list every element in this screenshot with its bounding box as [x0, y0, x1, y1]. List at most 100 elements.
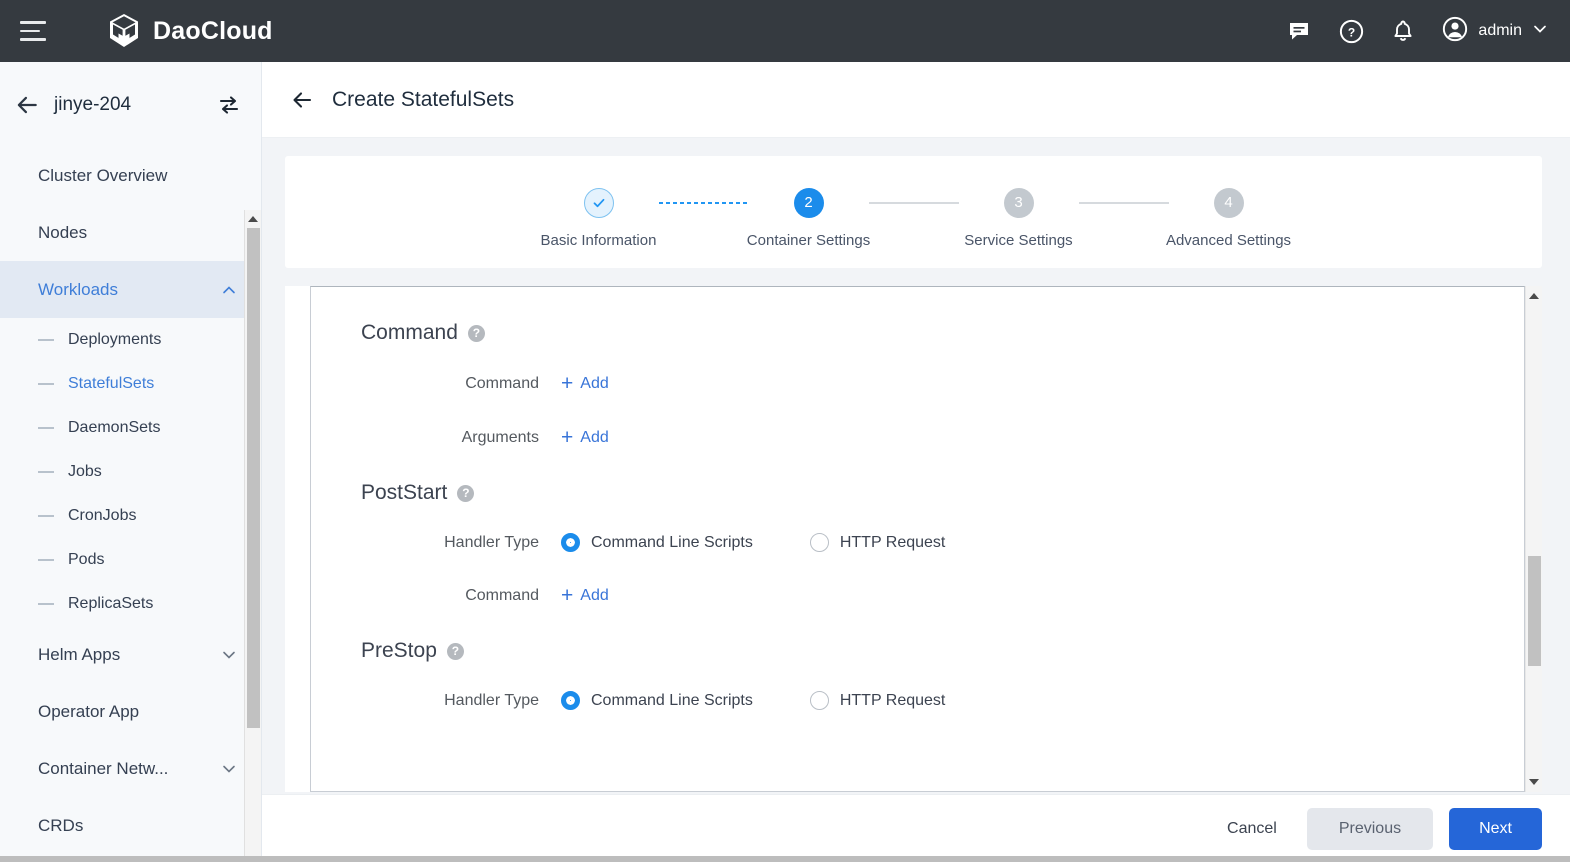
next-button[interactable]: Next [1449, 807, 1542, 850]
sidebar-item-cronjobs[interactable]: CronJobs [0, 494, 261, 538]
cluster-name: jinye-204 [54, 93, 132, 115]
sidebar: jinye-204 Cluster Overview Nodes Workloa… [0, 62, 262, 862]
sidebar-item-pods[interactable]: Pods [0, 538, 261, 582]
radio-poststart-http-request[interactable]: HTTP Request [809, 533, 945, 552]
radio-label: Command Line Scripts [591, 691, 753, 709]
sidebar-item-container-network[interactable]: Container Netw... [0, 740, 261, 797]
sidebar-item-nodes[interactable]: Nodes [0, 204, 261, 261]
sidebar-item-crds[interactable]: CRDs [0, 797, 261, 854]
help-icon[interactable]: ? [446, 642, 464, 660]
message-icon[interactable] [1286, 18, 1312, 44]
field-label: Command [465, 586, 539, 604]
brand-name: DaoCloud [153, 16, 273, 45]
help-icon[interactable]: ? [457, 484, 475, 502]
sidebar-nav: Cluster Overview Nodes Workloads Deploym… [0, 147, 261, 862]
radio-group-prestop-handler: Command Line Scripts HTTP Request [561, 691, 1002, 710]
brand: DaoCloud [107, 13, 273, 49]
field-row-arguments: Arguments + Add [361, 427, 1524, 448]
sidebar-item-workloads[interactable]: Workloads [0, 261, 261, 318]
scroll-up-arrow-icon[interactable] [248, 216, 258, 222]
chevron-down-icon[interactable] [221, 761, 237, 777]
form-scrollbar-thumb[interactable] [1528, 556, 1541, 666]
form-panel: Command ? Command + Add Arguments + Add [310, 286, 1525, 792]
section-label: Command [361, 321, 458, 344]
window-horizontal-scrollbar-thumb[interactable] [262, 856, 1502, 862]
sidebar-item-jobs[interactable]: Jobs [0, 450, 261, 494]
add-poststart-command-button[interactable]: + Add [561, 585, 609, 606]
form-card: Command ? Command + Add Arguments + Add [285, 286, 1542, 792]
sidebar-scrollbar-thumb[interactable] [247, 228, 260, 728]
chevron-up-icon[interactable] [221, 282, 237, 298]
sidebar-item-label: Pods [68, 551, 105, 568]
step-connector-dotted [658, 201, 749, 204]
avatar-icon [1442, 16, 1468, 47]
add-label: Add [580, 374, 609, 392]
sidebar-item-label: DaemonSets [68, 419, 161, 436]
hamburger-menu-icon[interactable] [20, 15, 52, 47]
sidebar-back-arrow-icon[interactable] [14, 92, 40, 118]
field-row-prestop-handler-type: Handler Type Command Line Scripts HTTP R… [361, 691, 1524, 710]
topbar-actions: ? admin [1286, 16, 1548, 47]
user-menu[interactable]: admin [1442, 16, 1548, 47]
sidebar-item-label: Workloads [38, 279, 118, 299]
form-scrollbar[interactable] [1525, 286, 1542, 792]
sidebar-scrollbar[interactable] [244, 210, 261, 862]
sidebar-item-label: CRDs [38, 815, 84, 835]
add-command-button[interactable]: + Add [561, 373, 609, 394]
chevron-down-icon[interactable] [221, 647, 237, 663]
plus-icon: + [561, 426, 574, 449]
page-back-arrow-icon[interactable] [290, 88, 314, 112]
step-advanced-settings[interactable]: 4 Advanced Settings [1165, 187, 1292, 249]
sidebar-item-label: Cluster Overview [38, 165, 168, 185]
help-circle-icon[interactable]: ? [1338, 18, 1364, 44]
sidebar-item-operator-app[interactable]: Operator App [0, 683, 261, 740]
radio-indicator-unselected [809, 691, 829, 710]
sidebar-item-statefulsets[interactable]: StatefulSets [0, 362, 261, 406]
step-container-settings[interactable]: 2 Container Settings [746, 187, 871, 249]
radio-label: HTTP Request [839, 691, 946, 709]
bell-icon[interactable] [1390, 18, 1416, 44]
field-label: Handler Type [444, 533, 539, 551]
chevron-down-icon[interactable] [1532, 21, 1548, 42]
user-name: admin [1478, 22, 1522, 39]
help-icon[interactable]: ? [467, 324, 485, 342]
radio-group-poststart-handler: Command Line Scripts HTTP Request [561, 533, 1002, 552]
plus-icon: + [561, 584, 574, 607]
field-label: Arguments [461, 428, 539, 446]
sidebar-item-replicasets[interactable]: ReplicaSets [0, 582, 261, 626]
sidebar-item-deployments[interactable]: Deployments [0, 318, 261, 362]
step-label: Basic Information [540, 231, 657, 249]
window-horizontal-scrollbar[interactable] [0, 856, 1570, 862]
sidebar-item-helm-apps[interactable]: Helm Apps [0, 626, 261, 683]
scroll-up-arrow-icon[interactable] [1529, 293, 1539, 299]
step-service-settings[interactable]: 3 Service Settings [959, 187, 1079, 249]
step-label: Container Settings [746, 231, 871, 249]
stepper: Basic Information 2 Container Settings 3… [539, 176, 1292, 249]
radio-prestop-http-request[interactable]: HTTP Request [809, 691, 946, 710]
page-header: Create StatefulSets [262, 62, 1570, 138]
switch-cluster-icon[interactable] [217, 93, 241, 117]
sidebar-item-label: Helm Apps [38, 644, 121, 664]
sidebar-item-label: Deployments [68, 331, 162, 348]
radio-poststart-command-line-scripts[interactable]: Command Line Scripts [561, 533, 753, 552]
top-bar: DaoCloud ? admin [0, 0, 1570, 62]
scroll-down-arrow-icon[interactable] [1529, 779, 1539, 785]
step-label: Advanced Settings [1165, 231, 1292, 249]
main-content: Create StatefulSets Basic Information 2 … [262, 62, 1570, 862]
section-title-command: Command ? [361, 321, 1524, 345]
sidebar-item-daemonsets[interactable]: DaemonSets [0, 406, 261, 450]
previous-button[interactable]: Previous [1306, 807, 1434, 850]
cancel-button[interactable]: Cancel [1213, 809, 1291, 849]
page-title: Create StatefulSets [332, 87, 515, 111]
step-basic-information[interactable]: Basic Information [539, 187, 659, 249]
step-connector-solid [1078, 201, 1169, 204]
field-row-poststart-command: Command + Add [361, 585, 1524, 606]
radio-prestop-command-line-scripts[interactable]: Command Line Scripts [561, 691, 753, 710]
sidebar-item-cluster-overview[interactable]: Cluster Overview [0, 147, 261, 204]
add-arguments-button[interactable]: + Add [561, 427, 609, 448]
bullet-dash-icon [38, 515, 54, 517]
sidebar-item-label: Jobs [68, 463, 102, 480]
bullet-dash-icon [38, 559, 54, 561]
section-label: PreStop [361, 639, 437, 662]
sidebar-item-label: ReplicaSets [68, 595, 154, 612]
